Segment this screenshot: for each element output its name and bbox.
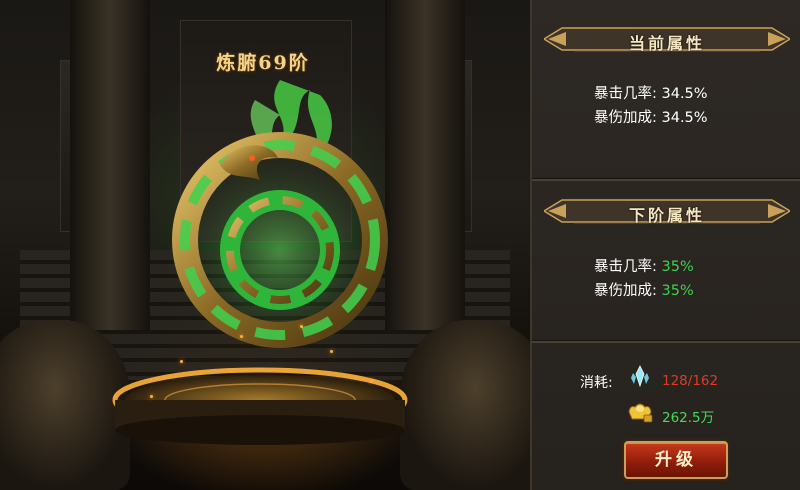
glowing-platform — [112, 367, 408, 445]
pillar-left — [70, 0, 150, 330]
jade-dragon-ring-icon — [165, 80, 395, 350]
section-divider — [532, 178, 800, 181]
attr-value: 34.5% — [661, 110, 708, 126]
section-divider — [532, 340, 800, 343]
next-attrs-header: 下阶属性 — [628, 206, 705, 225]
attribute-panel: 当前属性 暴击几率: 34.5% 暴伤加成: 34.5% 下阶属性 暴击几率: … — [530, 0, 800, 490]
crystal-icon — [631, 365, 649, 388]
scene-background: 炼腑69阶 — [0, 0, 530, 490]
crystal-cost-value: 128/162 — [662, 373, 719, 389]
attr-label: 暴击几率: — [594, 86, 657, 102]
next-attr-row: 暴击几率: 35% — [594, 255, 694, 276]
gold-cost-value: 262.5万 — [662, 410, 715, 426]
gold-ingot-icon — [628, 403, 653, 423]
current-attr-row: 暴击几率: 34.5% — [594, 82, 708, 103]
ember-particle — [300, 325, 303, 328]
attr-label: 暴击几率: — [594, 259, 657, 275]
attr-value: 35% — [661, 259, 694, 275]
attr-label: 暴伤加成: — [594, 110, 657, 126]
dragon-statue-right — [400, 320, 530, 490]
current-attrs-header: 当前属性 — [628, 34, 705, 53]
current-attrs-banner: 当前属性 — [544, 24, 790, 54]
next-attr-row: 暴伤加成: 35% — [594, 279, 694, 300]
ember-particle — [370, 380, 373, 383]
ember-particle — [240, 335, 243, 338]
upgrade-button[interactable]: 升级 — [624, 441, 728, 479]
ember-particle — [330, 350, 333, 353]
cost-label: 消耗: — [580, 375, 613, 391]
attr-label: 暴伤加成: — [594, 283, 657, 299]
current-attr-row: 暴伤加成: 34.5% — [594, 106, 708, 127]
attr-value: 35% — [661, 283, 694, 299]
attr-value: 34.5% — [661, 86, 708, 102]
next-attrs-banner: 下阶属性 — [544, 196, 790, 226]
ember-particle — [180, 360, 183, 363]
ember-particle — [150, 395, 153, 398]
